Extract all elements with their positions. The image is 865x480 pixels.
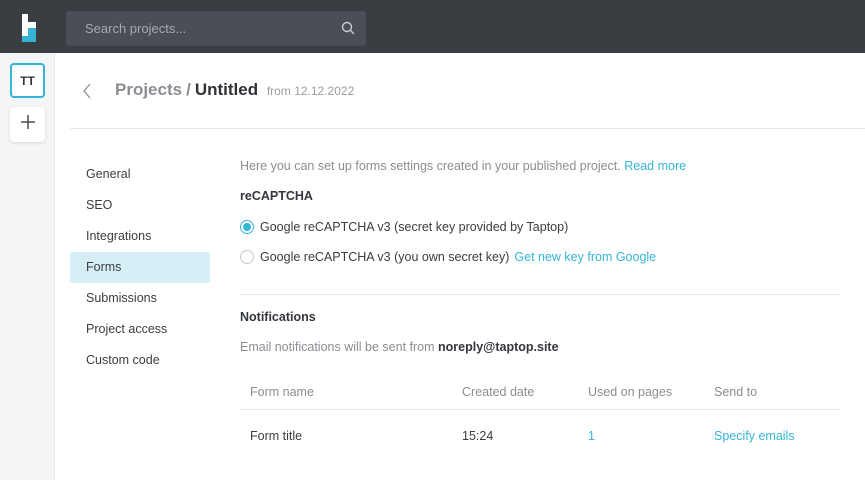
used-on-pages-link[interactable]: 1 [588,410,595,462]
nav-item-integrations[interactable]: Integrations [70,221,210,252]
project-name: Untitled [194,80,259,99]
search-input[interactable]: Search projects... [66,11,366,46]
table-header: Form name Created date Used on pages Sen… [240,375,840,410]
recaptcha-heading: reCAPTCHA [240,189,313,203]
read-more-link[interactable]: Read more [624,159,686,173]
radio-unchecked[interactable] [240,250,254,264]
search-icon[interactable] [341,21,355,35]
column-header-form-name: Form name [250,385,314,399]
settings-nav: General SEO Integrations Forms Submissio… [70,159,210,376]
form-name-cell: Form title [250,429,303,443]
breadcrumb-projects[interactable]: Projects [115,80,182,99]
option-label[interactable]: Google reCAPTCHA v3 (you own secret key) [260,250,509,264]
search-placeholder: Search projects... [85,21,187,36]
nav-item-general[interactable]: General [70,159,210,190]
taptop-logo-icon[interactable] [18,14,44,42]
intro-text: Here you can set up forms settings creat… [240,159,621,173]
top-bar: Search projects... [0,0,865,53]
forms-table: Form name Created date Used on pages Sen… [240,375,840,462]
project-rail: TT [0,53,55,480]
header-divider [70,128,865,129]
recaptcha-option-own-key[interactable]: Google reCAPTCHA v3 (you own secret key)… [240,249,656,265]
table-row: Form title 15:24 1 Specify emails [240,410,840,462]
project-date: from 12.12.2022 [266,84,355,98]
plus-icon [19,113,37,136]
breadcrumb-separator: / [186,80,191,99]
section-divider [240,294,840,295]
nav-item-project-access[interactable]: Project access [70,314,210,345]
notifications-info: Email notifications will be sent from no… [240,340,559,354]
radio-checked[interactable] [240,220,254,234]
option-label[interactable]: Google reCAPTCHA v3 (secret key provided… [260,220,568,234]
notifications-heading: Notifications [240,310,316,324]
add-project-button[interactable] [10,107,45,142]
notifications-text: Email notifications will be sent from [240,340,435,354]
nav-item-forms[interactable]: Forms [70,252,210,283]
forms-intro: Here you can set up forms settings creat… [240,159,686,173]
nav-item-custom-code[interactable]: Custom code [70,345,210,376]
page-title: Projects / Untitled from 12.12.2022 [115,80,354,100]
column-header-used-on-pages: Used on pages [588,385,673,399]
specify-emails-link[interactable]: Specify emails [714,410,795,462]
sender-email: noreply@taptop.site [438,340,559,354]
created-date-cell: 15:24 [462,429,494,443]
nav-item-seo[interactable]: SEO [70,190,210,221]
nav-item-submissions[interactable]: Submissions [70,283,210,314]
get-new-key-link[interactable]: Get new key from Google [514,250,656,264]
project-avatar[interactable]: TT [10,63,45,98]
column-header-send-to: Send to [714,385,758,399]
chevron-left-icon [80,83,94,104]
back-button[interactable] [80,82,94,100]
column-header-created-date: Created date [462,385,535,399]
recaptcha-option-taptop[interactable]: Google reCAPTCHA v3 (secret key provided… [240,219,568,235]
